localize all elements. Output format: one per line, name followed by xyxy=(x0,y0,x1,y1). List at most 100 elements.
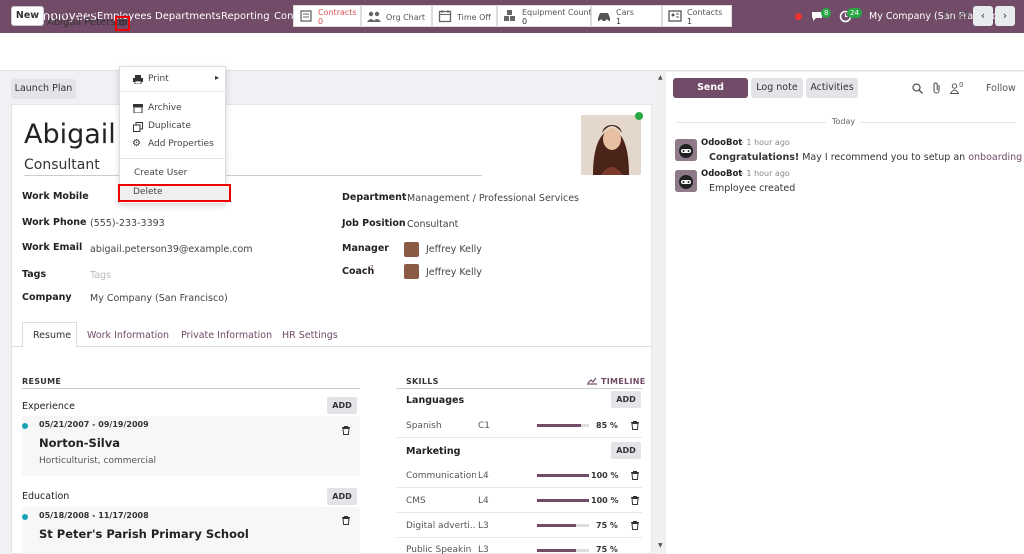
field-coach[interactable]: Jeffrey Kelly xyxy=(426,267,482,278)
menu-item-delete-highlight[interactable]: Delete xyxy=(118,184,231,202)
odoobot-avatar[interactable] xyxy=(675,170,697,192)
archive-icon xyxy=(133,104,143,113)
breadcrumb-parent[interactable]: Employees xyxy=(47,7,96,16)
skill-name: Digital adverti... xyxy=(406,521,476,531)
chat-badge: 8 xyxy=(821,8,832,18)
field-company[interactable]: My Company (San Francisco) xyxy=(90,293,228,304)
pager-next-button[interactable]: › xyxy=(995,6,1015,26)
menu-departments[interactable]: Departments xyxy=(155,11,221,22)
skill-level: L3 xyxy=(478,545,489,554)
followers-count: 0 xyxy=(959,81,964,89)
menu-item-archive[interactable]: Archive xyxy=(148,103,182,113)
resume-title: RESUME xyxy=(22,377,62,386)
field-tags[interactable]: Tags xyxy=(90,270,111,281)
field-department[interactable]: Management / Professional Services xyxy=(407,193,579,204)
smart-button-contacts[interactable]: Contacts 1 xyxy=(662,5,732,27)
label-manager: Manager xyxy=(342,243,389,254)
menu-reporting[interactable]: Reporting xyxy=(221,11,270,22)
field-work-phone[interactable]: (555)-233-3393 xyxy=(90,218,165,229)
follow-button[interactable]: Follow xyxy=(986,83,1016,94)
skill-row[interactable]: Public Speaking L3 75 % xyxy=(396,538,642,554)
form-scrollbar[interactable]: ▲ ▼ xyxy=(657,72,666,554)
message-author[interactable]: OdooBot xyxy=(701,169,742,179)
trash-icon[interactable] xyxy=(631,496,639,505)
date-separator-line xyxy=(860,122,1016,123)
skill-percentage: 100 % xyxy=(591,471,619,480)
trash-icon[interactable] xyxy=(342,516,350,525)
tab-hr-settings[interactable]: HR Settings xyxy=(282,330,338,341)
log-note-button[interactable]: Log note xyxy=(751,78,803,98)
add-marketing-button[interactable]: ADD xyxy=(611,442,641,459)
trash-icon[interactable] xyxy=(631,421,639,430)
smart-button-equipment[interactable]: Equipment Count 0 xyxy=(497,5,592,27)
smart-button-contracts[interactable]: Contracts 0 xyxy=(293,5,361,27)
trash-icon[interactable] xyxy=(342,426,350,435)
smart-button-cars[interactable]: Cars 1 xyxy=(591,5,662,27)
label-department: Department xyxy=(342,192,407,203)
field-work-email[interactable]: abigail.peterson39@example.com xyxy=(90,244,253,255)
skill-group-languages: Languages xyxy=(406,395,465,406)
skill-name: Spanish xyxy=(406,421,442,431)
user-icon[interactable] xyxy=(950,83,959,94)
record-indicator-icon[interactable] xyxy=(795,13,802,20)
date-separator: Today xyxy=(832,117,856,126)
send-message-button[interactable]: Send message xyxy=(673,78,748,113)
odoobot-avatar[interactable] xyxy=(675,139,697,161)
message-text: May I recommend you to setup an xyxy=(799,152,969,163)
cogs-icon: ⚙ xyxy=(132,138,141,149)
job-title-underline xyxy=(24,175,482,176)
label-tags: Tags xyxy=(22,269,47,280)
smart-button-value: 1 xyxy=(687,17,693,26)
message-time: - 1 hour ago xyxy=(741,138,790,147)
menu-item-print[interactable]: Print xyxy=(148,74,169,84)
skill-progress-bar xyxy=(537,474,589,477)
skill-name: Public Speaking xyxy=(406,545,472,554)
smart-button-time-off[interactable]: Time Off xyxy=(432,5,497,27)
manager-avatar xyxy=(404,242,419,257)
launch-plan-button[interactable]: Launch Plan xyxy=(11,79,76,99)
menu-item-duplicate[interactable]: Duplicate xyxy=(148,121,191,131)
trash-icon[interactable] xyxy=(631,471,639,480)
pager-value[interactable]: 1 / 23 xyxy=(942,10,969,21)
field-job-position[interactable]: Consultant xyxy=(407,219,458,230)
menu-item-add-properties[interactable]: Add Properties xyxy=(148,139,214,149)
pager-previous-button[interactable]: ‹ xyxy=(973,6,993,26)
users-icon xyxy=(367,11,381,22)
gear-icon[interactable]: ⚙ xyxy=(115,16,130,31)
tab-resume[interactable]: Resume xyxy=(33,330,71,341)
skill-level: L4 xyxy=(478,496,489,506)
scroll-down-icon[interactable]: ▼ xyxy=(658,542,663,549)
message-body: Employee created xyxy=(709,183,796,194)
field-manager[interactable]: Jeffrey Kelly xyxy=(426,244,482,255)
employee-name[interactable]: Abigail xyxy=(24,119,116,150)
skill-name: CMS xyxy=(406,496,426,506)
smart-button-label: Contracts xyxy=(318,8,357,17)
employee-photo[interactable] xyxy=(581,115,641,175)
message-time: - 1 hour ago xyxy=(741,169,790,178)
employee-job-title[interactable]: Consultant xyxy=(24,157,100,173)
add-language-button[interactable]: ADD xyxy=(611,391,641,408)
smart-button-label: Cars xyxy=(616,8,634,17)
timeline-button[interactable]: TIMELINE xyxy=(601,377,646,386)
skill-progress-bar xyxy=(537,524,589,527)
menu-separator xyxy=(120,91,225,92)
tab-work-information[interactable]: Work Information xyxy=(87,330,169,341)
search-icon[interactable] xyxy=(912,83,923,94)
menu-item-create-user[interactable]: Create User xyxy=(134,168,187,178)
education-name: St Peter's Parish Primary School xyxy=(39,527,249,541)
trash-icon[interactable] xyxy=(631,521,639,530)
menu-item-delete[interactable]: Delete xyxy=(133,187,163,197)
activities-button[interactable]: Activities xyxy=(806,78,858,98)
smart-button-org-chart[interactable]: Org Chart xyxy=(361,5,432,27)
message-author[interactable]: OdooBot xyxy=(701,138,742,148)
skill-level: C1 xyxy=(478,421,491,431)
paperclip-icon[interactable] xyxy=(932,82,942,94)
new-button[interactable]: New xyxy=(11,6,44,26)
coach-help-tooltip[interactable]: ? xyxy=(370,264,374,272)
onboarding-plan-link[interactable]: onboarding plan? xyxy=(968,152,1024,163)
add-education-button[interactable]: ADD xyxy=(327,488,357,505)
scroll-up-icon[interactable]: ▲ xyxy=(658,74,663,81)
address-card-icon xyxy=(668,10,682,22)
tab-private-information[interactable]: Private Information xyxy=(181,330,272,341)
add-experience-button[interactable]: ADD xyxy=(327,397,357,414)
